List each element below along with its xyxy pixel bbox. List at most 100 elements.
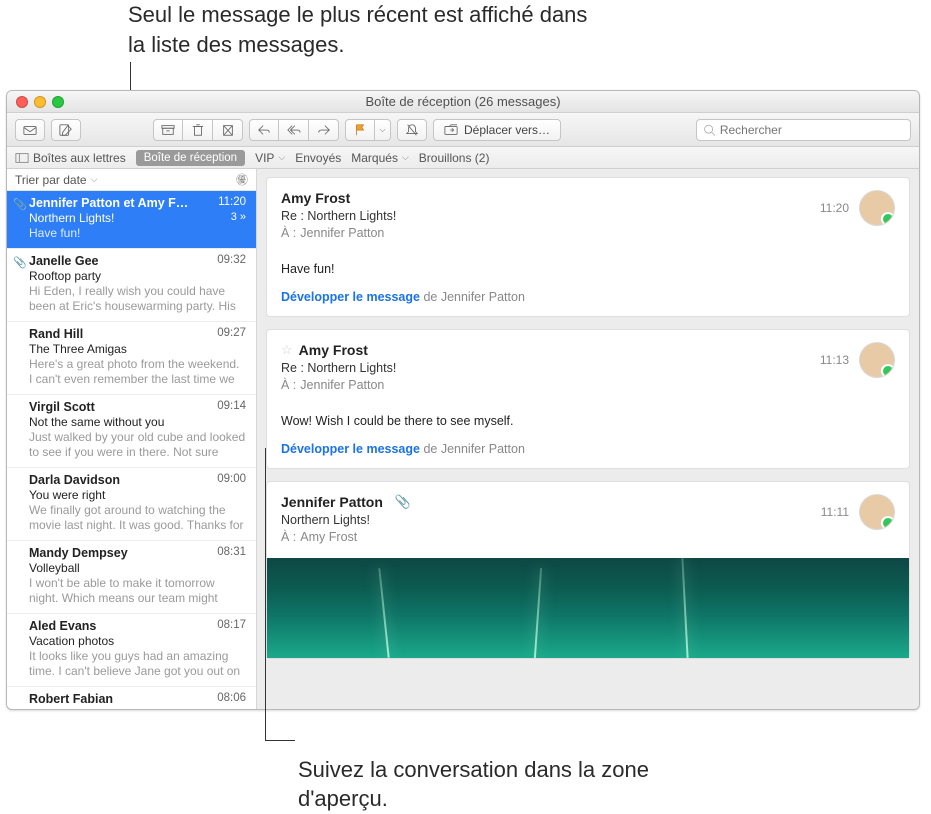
message-from: Rand Hill	[29, 327, 83, 341]
fav-drafts[interactable]: Brouillons (2)	[419, 151, 490, 165]
flag-button[interactable]	[345, 119, 375, 141]
callout-bottom: Suivez la conversation dans la zone d'ap…	[298, 755, 718, 814]
message-subject: Not the same without you	[29, 415, 164, 429]
chevron-down-icon: ⌵	[91, 174, 98, 185]
mail-window: Boîte de réception (26 messages)	[6, 90, 920, 710]
list-item[interactable]: Mandy Dempsey08:31 Volleyball I won't be…	[7, 541, 256, 614]
message-time: 08:17	[217, 619, 246, 633]
card-to: Jennifer Patton	[300, 378, 384, 392]
message-preview: Have fun!	[29, 226, 246, 241]
fav-flagged[interactable]: Marqués⌵	[351, 151, 409, 165]
mute-button[interactable]	[397, 119, 427, 141]
chevron-down-icon: ⌵	[278, 152, 285, 163]
attachment-icon: 📎	[395, 494, 411, 510]
message-time: 09:00	[217, 473, 246, 487]
avatar[interactable]	[859, 494, 895, 530]
message-list: Trier par date ⌵ ㊝ 📎 Jennifer Patton et …	[7, 169, 257, 709]
avatar[interactable]	[859, 190, 895, 226]
zoom-icon[interactable]	[52, 96, 64, 108]
card-subject: Re : Northern Lights!	[281, 209, 396, 223]
expand-message-link[interactable]: Développer le message de Jennifer Patton	[281, 290, 895, 304]
attachment-image[interactable]	[267, 558, 909, 658]
card-to: Amy Frost	[300, 530, 357, 544]
reply-all-button[interactable]	[279, 119, 309, 141]
junk-button[interactable]	[213, 119, 243, 141]
card-to-label: À :	[281, 226, 296, 240]
flag-menu-button[interactable]: ⌵	[375, 119, 391, 141]
delete-button[interactable]	[183, 119, 213, 141]
message-subject: Volleyball	[29, 561, 80, 575]
message-preview: We finally got around to watching the mo…	[29, 503, 246, 533]
message-time: 09:27	[217, 327, 246, 341]
avatar[interactable]	[859, 342, 895, 378]
card-from: Jennifer Patton	[281, 494, 383, 510]
list-item[interactable]: 📎 Janelle Gee09:32 Rooftop party Hi Eden…	[7, 249, 256, 322]
message-preview: I won't be able to make it tomorrow nigh…	[29, 576, 246, 606]
card-to: Jennifer Patton	[300, 226, 384, 240]
attachment-icon: 📎	[13, 256, 27, 269]
sort-bar[interactable]: Trier par date ⌵ ㊝	[7, 169, 256, 191]
message-subject: You were right	[29, 488, 105, 502]
message-subject: Northern Lights!	[29, 211, 114, 225]
conversation-card[interactable]: Amy Frost Re : Northern Lights! À :Jenni…	[266, 177, 910, 317]
message-subject: Rooftop party	[29, 269, 101, 283]
card-body: Have fun!	[281, 262, 895, 276]
attachment-icon: 📎	[13, 198, 27, 211]
message-from: Virgil Scott	[29, 400, 95, 414]
list-item[interactable]: Darla Davidson 09:00 You were right We fi…	[7, 468, 256, 541]
star-icon[interactable]: ☆	[281, 342, 293, 358]
card-subject: Re : Northern Lights!	[281, 361, 396, 375]
message-time: 09:14	[217, 400, 246, 414]
message-from: Darla Davidson	[29, 473, 120, 487]
mailboxes-toggle[interactable]: Boîtes aux lettres	[15, 151, 126, 165]
list-item[interactable]: Virgil Scott 09:14 Not the same without y…	[7, 395, 256, 468]
message-time: 09:32	[217, 254, 246, 268]
message-time: 08:06	[217, 692, 246, 706]
expand-suffix: de Jennifer Patton	[423, 290, 524, 304]
list-item[interactable]: Rand Hill 09:27 The Three Amigas Here's a…	[7, 322, 256, 395]
expand-suffix: de Jennifer Patton	[423, 442, 524, 456]
list-item[interactable]: Aled Evans08:17 Vacation photos It looks…	[7, 614, 256, 687]
window-title: Boîte de réception (26 messages)	[365, 94, 560, 109]
callout-top: Seul le message le plus récent est affic…	[128, 0, 588, 59]
move-to-label: Déplacer vers…	[464, 123, 550, 137]
message-from: Janelle Gee	[29, 254, 99, 268]
search-input[interactable]	[720, 123, 904, 137]
message-preview: Here's a great photo from the weekend. I…	[29, 357, 246, 387]
list-item[interactable]: 📎 Jennifer Patton et Amy Frost11:20 Nort…	[7, 191, 256, 249]
fav-sent[interactable]: Envoyés	[295, 151, 341, 165]
chevron-down-icon: ⌵	[402, 152, 409, 163]
search-field[interactable]	[696, 119, 911, 141]
message-subject: The Three Amigas	[29, 342, 127, 356]
archive-button[interactable]	[153, 119, 183, 141]
compose-button[interactable]	[51, 119, 81, 141]
get-mail-button[interactable]	[15, 119, 45, 141]
message-preview: Just walked by your old cube and looked …	[29, 430, 246, 460]
message-from: Aled Evans	[29, 619, 96, 633]
message-preview: It looks like you guys had an amazing ti…	[29, 649, 246, 679]
card-time: 11:13	[820, 353, 849, 367]
forward-button[interactable]	[309, 119, 339, 141]
message-from: Jennifer Patton et Amy Frost	[29, 196, 189, 210]
toolbar: ⌵ Déplacer vers…	[7, 113, 919, 147]
fav-inbox[interactable]: Boîte de réception	[136, 150, 245, 166]
list-item[interactable]: Robert Fabian08:06 Lost and found Hi eve…	[7, 687, 256, 709]
message-time: 08:31	[217, 546, 246, 560]
close-icon[interactable]	[16, 96, 28, 108]
reply-button[interactable]	[249, 119, 279, 141]
minimize-icon[interactable]	[34, 96, 46, 108]
card-time: 11:20	[820, 201, 849, 215]
move-to-button[interactable]: Déplacer vers…	[433, 119, 561, 141]
preview-pane: Amy Frost Re : Northern Lights! À : Jenni…	[257, 169, 919, 709]
titlebar[interactable]: Boîte de réception (26 messages)	[7, 91, 919, 113]
callout-line-bottom-h	[265, 740, 295, 741]
conversation-card[interactable]: ☆Amy Frost Re : Northern Lights! À :Jenn…	[266, 329, 910, 469]
card-from: Amy Frost	[299, 342, 368, 358]
conversation-card[interactable]: Jennifer Patton📎 Northern Lights! À :Amy…	[266, 481, 910, 659]
card-time: 11:11	[821, 505, 849, 519]
filter-icon[interactable]: ㊝	[236, 171, 248, 188]
fav-vip[interactable]: VIP⌵	[255, 151, 285, 165]
favorites-bar: Boîtes aux lettres Boîte de réception VI…	[7, 147, 919, 169]
sidebar-icon	[15, 151, 29, 165]
expand-message-link[interactable]: Développer le message de Jennifer Patton	[281, 442, 895, 456]
